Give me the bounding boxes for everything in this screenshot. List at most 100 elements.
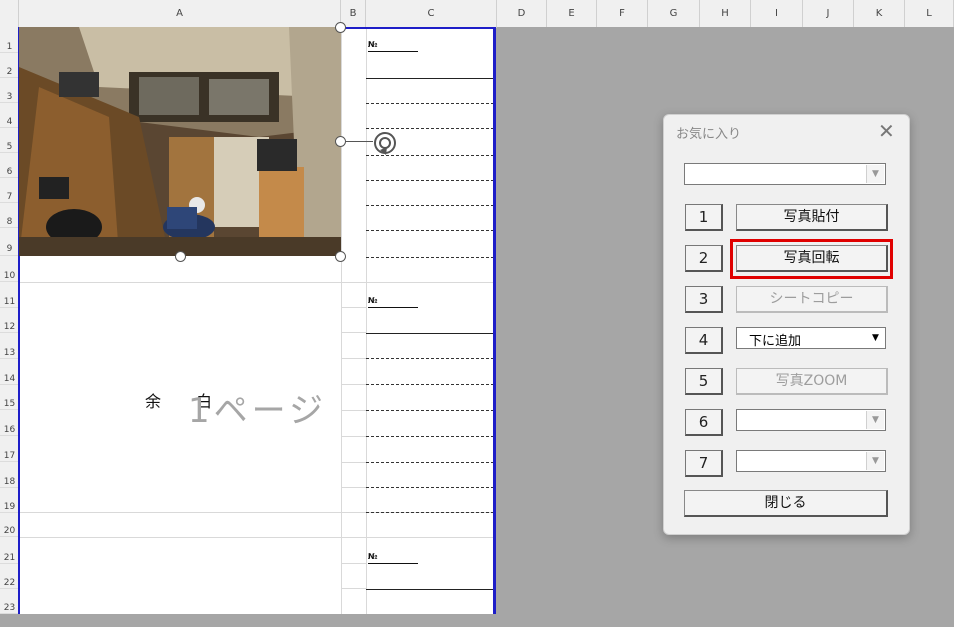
close-icon[interactable]: ✕ xyxy=(878,119,895,143)
number-button-3[interactable]: 3 xyxy=(685,286,723,313)
row-divider xyxy=(341,436,366,437)
row-header-20[interactable]: 20 xyxy=(0,513,19,537)
resize-handle-bottom[interactable] xyxy=(175,251,186,262)
resize-handle-top-right[interactable] xyxy=(335,22,346,33)
dialog-title: お気に入り xyxy=(676,127,742,142)
renovation-photo-image xyxy=(19,27,341,256)
add-below-select-value: 下に追加 xyxy=(749,334,802,349)
favorites-dialog[interactable]: お気に入り ✕ ▼ 1 写真貼付 2 写真回転 3 シートコピー 4 下に追加 … xyxy=(663,114,910,535)
row-header-12[interactable]: 12 xyxy=(0,308,19,333)
number-button-2[interactable]: 2 xyxy=(685,245,723,272)
row-header-17[interactable]: 17 xyxy=(0,436,19,462)
row-divider xyxy=(341,563,366,564)
text-line xyxy=(366,230,494,231)
number-button-1[interactable]: 1 xyxy=(685,204,723,231)
row-header-3[interactable]: 3 xyxy=(0,78,19,103)
column-header-bar: A B C D E F G H I J K L xyxy=(0,0,954,28)
row-header-1[interactable]: 1 xyxy=(0,27,19,53)
text-line xyxy=(366,512,494,513)
row-header-6[interactable]: 6 xyxy=(0,153,19,178)
column-header-e[interactable]: E xyxy=(547,0,597,27)
column-header-f[interactable]: F xyxy=(597,0,648,27)
row-divider xyxy=(341,384,366,385)
row-header-2[interactable]: 2 xyxy=(0,53,19,78)
select-all-corner[interactable] xyxy=(0,0,19,27)
photo-paste-button[interactable]: 写真貼付 xyxy=(736,204,888,231)
column-divider-bc xyxy=(366,27,367,614)
row-header-16[interactable]: 16 xyxy=(0,410,19,436)
row-header-14[interactable]: 14 xyxy=(0,359,19,385)
number-button-4[interactable]: 4 xyxy=(685,327,723,354)
photo-zoom-button[interactable]: 写真ZOOM xyxy=(736,368,888,395)
column-header-c[interactable]: C xyxy=(366,0,497,27)
page-break-top xyxy=(341,27,496,29)
column-header-d[interactable]: D xyxy=(497,0,547,27)
row-header-10[interactable]: 10 xyxy=(0,256,19,282)
sheet-copy-button[interactable]: シートコピー xyxy=(736,286,888,313)
close-button[interactable]: 閉じる xyxy=(684,490,888,517)
row-divider xyxy=(341,462,366,463)
row-header-13[interactable]: 13 xyxy=(0,333,19,359)
text-line xyxy=(366,487,494,488)
number-button-5[interactable]: 5 xyxy=(685,368,723,395)
text-line xyxy=(366,333,494,334)
text-line xyxy=(366,205,494,206)
column-header-i[interactable]: I xyxy=(751,0,803,27)
number-button-7[interactable]: 7 xyxy=(685,450,723,477)
row-header-bar: 1 2 3 4 5 6 7 8 9 10 11 12 13 14 15 16 1… xyxy=(0,27,20,614)
number-underline xyxy=(368,51,418,52)
add-below-select[interactable]: 下に追加 ▼ xyxy=(736,327,886,349)
resize-handle-bottom-right[interactable] xyxy=(335,251,346,262)
page-break-right xyxy=(493,27,496,614)
column-divider-ab xyxy=(341,27,342,614)
row-divider xyxy=(341,588,366,589)
chevron-down-icon[interactable]: ▼ xyxy=(866,452,884,470)
row-header-9[interactable]: 9 xyxy=(0,228,19,256)
row-header-8[interactable]: 8 xyxy=(0,203,19,228)
row-divider xyxy=(341,332,366,333)
text-line xyxy=(366,358,494,359)
column-header-a[interactable]: A xyxy=(19,0,341,27)
margin-text-yo: 余 xyxy=(145,392,162,411)
chevron-down-icon[interactable]: ▼ xyxy=(867,329,884,347)
column-header-l[interactable]: L xyxy=(905,0,954,27)
row-divider xyxy=(341,487,366,488)
row-header-5[interactable]: 5 xyxy=(0,128,19,153)
column-header-k[interactable]: K xyxy=(854,0,905,27)
favorites-select[interactable]: ▼ xyxy=(684,163,886,185)
text-line xyxy=(366,589,494,590)
number-label: № xyxy=(368,552,378,561)
slot-6-select[interactable]: ▼ xyxy=(736,409,886,431)
text-line xyxy=(366,462,494,463)
number-button-6[interactable]: 6 xyxy=(685,409,723,436)
row-header-23[interactable]: 23 xyxy=(0,589,19,614)
row-divider xyxy=(341,358,366,359)
rotate-handle-icon[interactable] xyxy=(372,130,398,160)
highlight-frame xyxy=(730,239,893,279)
row-header-19[interactable]: 19 xyxy=(0,488,19,513)
column-header-h[interactable]: H xyxy=(700,0,751,27)
number-underline xyxy=(368,563,418,564)
column-header-g[interactable]: G xyxy=(648,0,700,27)
row-header-7[interactable]: 7 xyxy=(0,178,19,203)
text-line xyxy=(366,103,494,104)
row-header-21[interactable]: 21 xyxy=(0,537,19,564)
row-header-4[interactable]: 4 xyxy=(0,103,19,128)
column-header-j[interactable]: J xyxy=(803,0,854,27)
construction-photo[interactable] xyxy=(19,27,341,256)
page-number-watermark: 1ページ xyxy=(188,391,327,431)
number-label: № xyxy=(368,296,378,305)
row-header-22[interactable]: 22 xyxy=(0,564,19,589)
text-line xyxy=(366,257,494,258)
row-header-15[interactable]: 15 xyxy=(0,385,19,410)
text-line xyxy=(366,128,494,129)
row-header-11[interactable]: 11 xyxy=(0,282,19,308)
row-header-18[interactable]: 18 xyxy=(0,462,19,488)
text-line xyxy=(366,436,494,437)
column-header-b[interactable]: B xyxy=(341,0,366,27)
slot-7-select[interactable]: ▼ xyxy=(736,450,886,472)
text-line xyxy=(366,180,494,181)
chevron-down-icon[interactable]: ▼ xyxy=(866,411,884,429)
text-line xyxy=(366,410,494,411)
chevron-down-icon[interactable]: ▼ xyxy=(866,165,884,183)
